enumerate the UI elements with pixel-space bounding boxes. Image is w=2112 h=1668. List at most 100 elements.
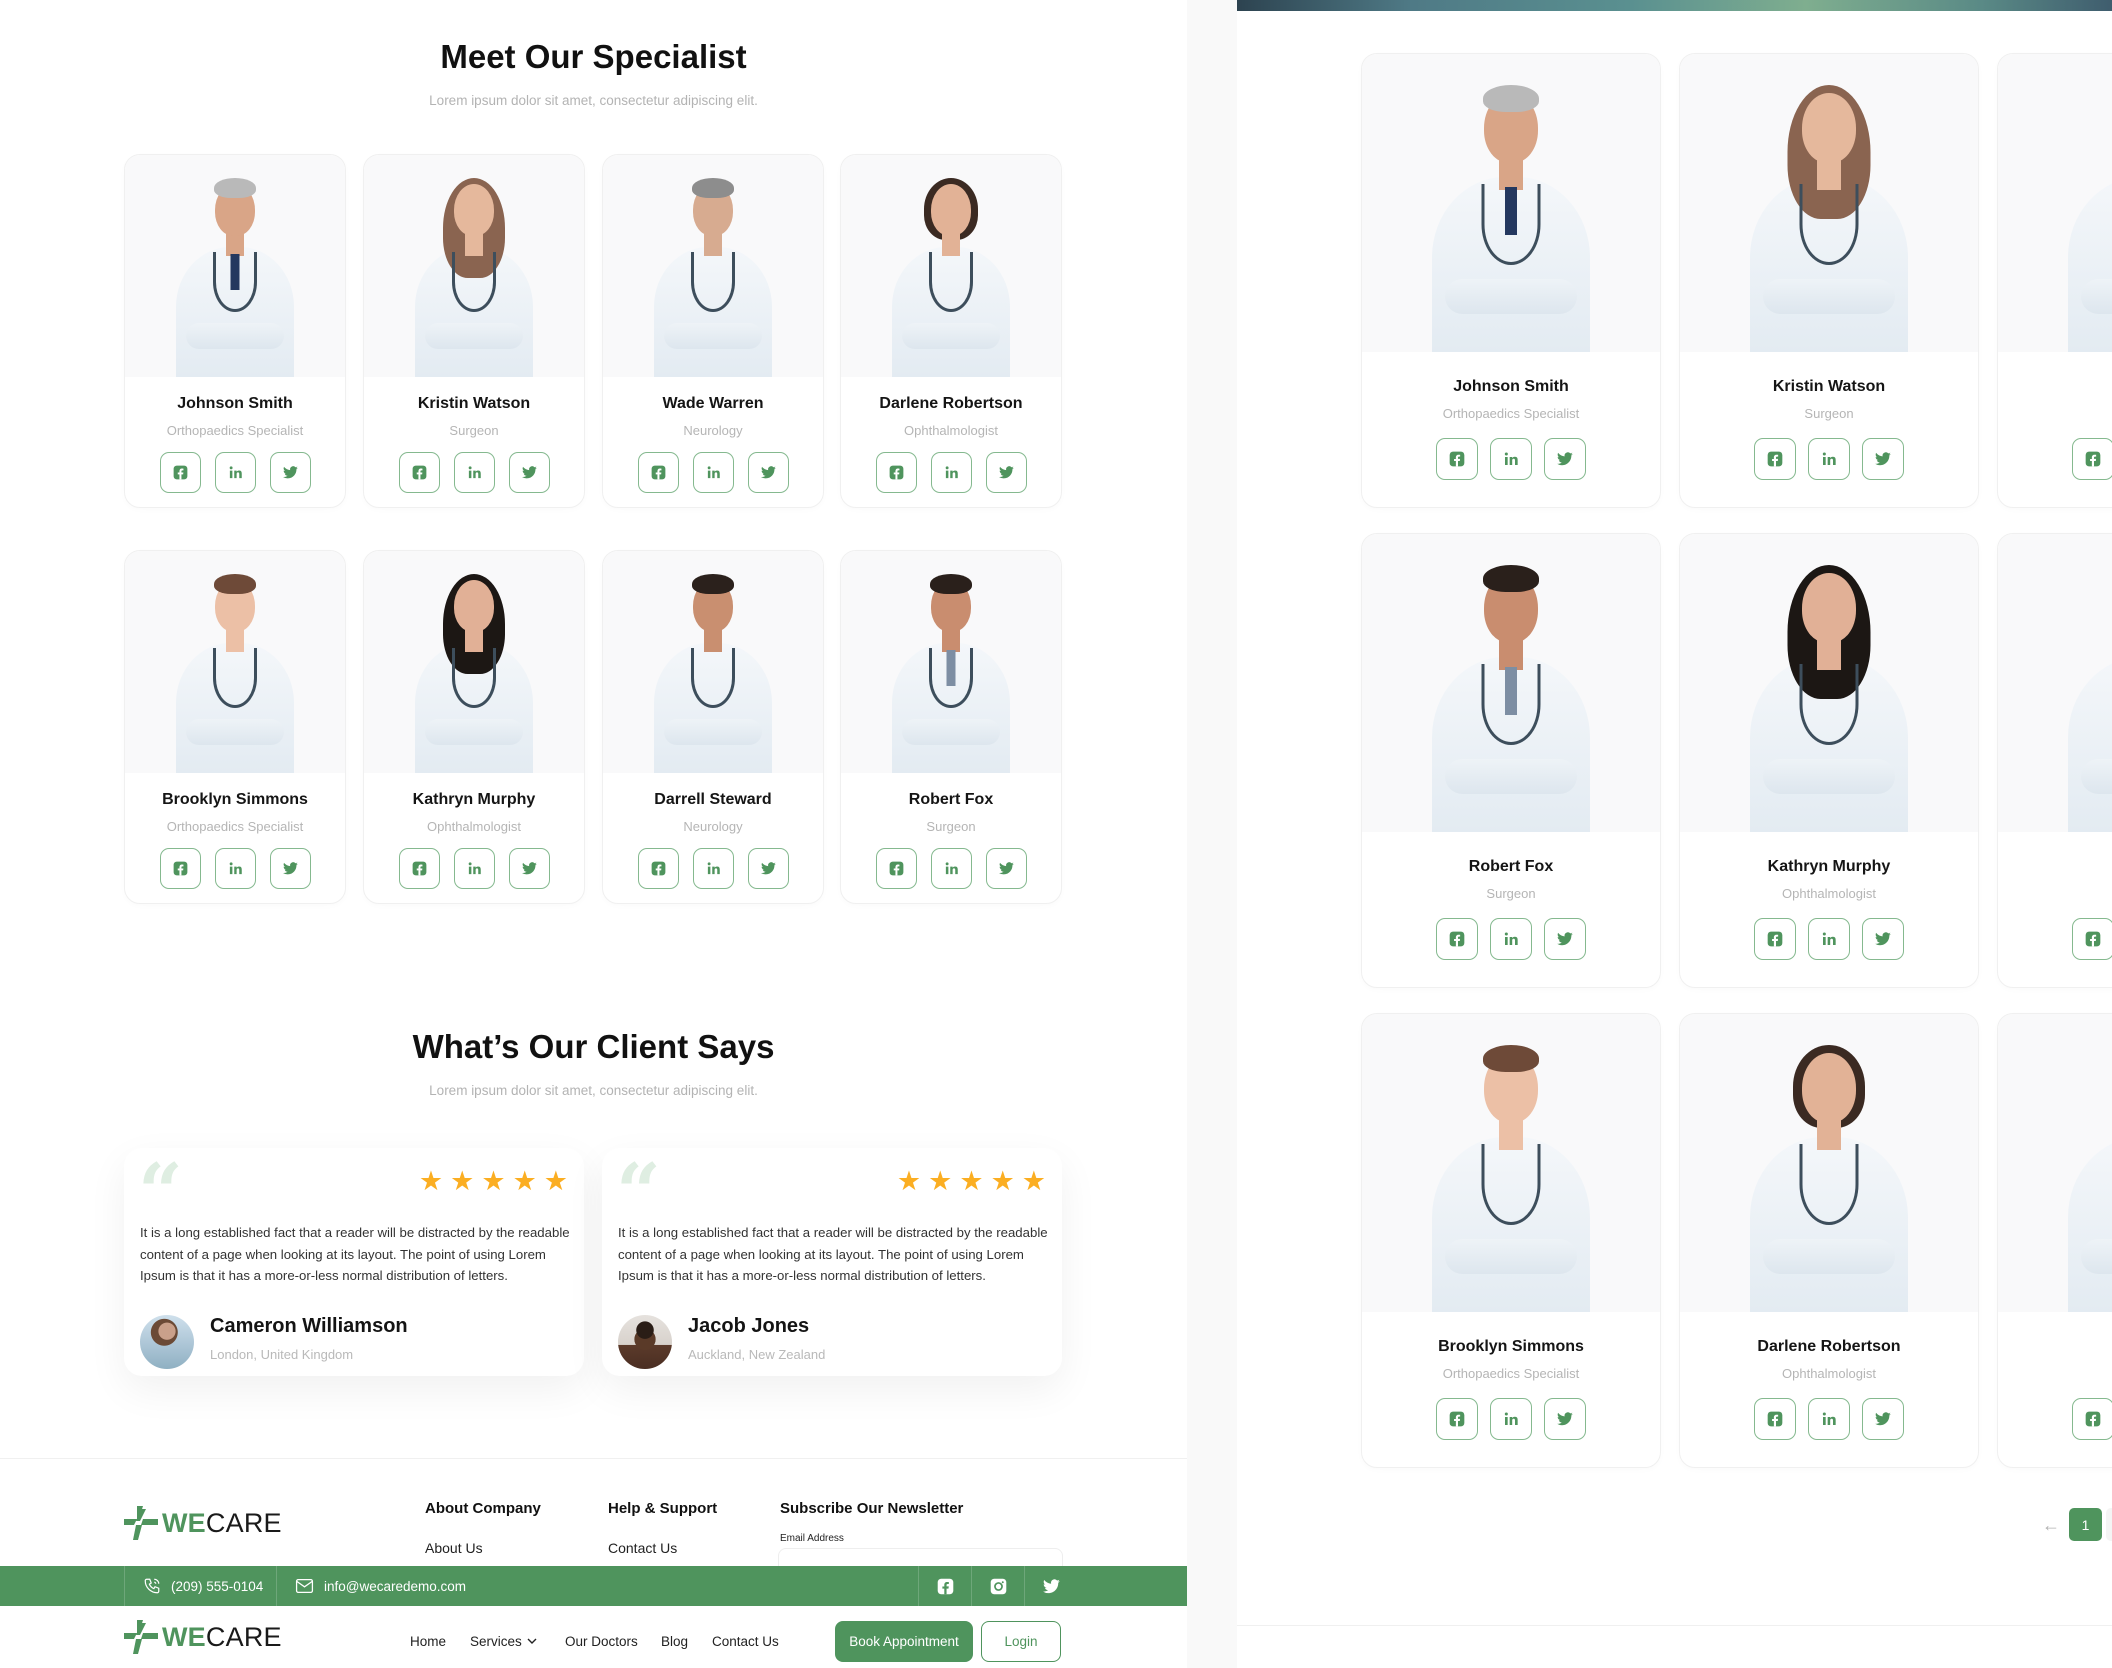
nav-blog[interactable]: Blog (661, 1634, 688, 1649)
linkedin-button[interactable] (692, 452, 734, 493)
topbar-instagram-link[interactable] (971, 1566, 1024, 1606)
topbar-facebook-link[interactable] (918, 1566, 971, 1606)
twitter-button[interactable] (1544, 1398, 1586, 1440)
doctor-card[interactable]: Kristin Watson Surgeon (363, 154, 585, 508)
linkedin-button[interactable] (1808, 1398, 1850, 1440)
facebook-button[interactable] (637, 452, 679, 493)
twitter-button[interactable] (1544, 918, 1586, 960)
doctor-name: Johnson Smith (177, 395, 293, 412)
twitter-button[interactable] (985, 848, 1027, 889)
linkedin-button[interactable] (453, 452, 495, 493)
facebook-button[interactable] (1436, 438, 1478, 480)
twitter-button[interactable] (1862, 1398, 1904, 1440)
doctor-photo (1722, 1029, 1937, 1312)
client-name: Cameron Williamson (210, 1315, 408, 1337)
wecare-logo-icon (124, 1506, 158, 1540)
facebook-button[interactable] (1754, 438, 1796, 480)
doctor-specialty: Neurology (683, 423, 743, 438)
nav-home[interactable]: Home (410, 1634, 446, 1649)
linkedin-button[interactable] (453, 848, 495, 889)
twitter-button[interactable] (747, 452, 789, 493)
twitter-button[interactable] (269, 452, 311, 493)
nav-services[interactable]: Services (470, 1634, 537, 1649)
linkedin-button[interactable] (1808, 918, 1850, 960)
doctor-card[interactable]: J De (1997, 1013, 2112, 1468)
topbar-phone[interactable]: (209) 555-0104 (124, 1566, 276, 1606)
facebook-button[interactable] (1754, 1398, 1796, 1440)
doctor-card[interactable]: Darrell Steward Neurology (602, 550, 824, 904)
doctor-card[interactable]: Brooklyn Simmons Orthopaedics Specialist (1361, 1013, 1661, 1468)
pagination-page-1[interactable]: 1 (2069, 1508, 2102, 1541)
facebook-button[interactable] (1754, 918, 1796, 960)
twitter-button[interactable] (508, 452, 550, 493)
nav-contact-us[interactable]: Contact Us (712, 1634, 779, 1649)
footer-logo[interactable]: WECARE (124, 1506, 282, 1540)
twitter-button[interactable] (1862, 438, 1904, 480)
facebook-button[interactable] (1436, 1398, 1478, 1440)
doctor-card[interactable]: Brooklyn Simmons Orthopaedics Specialist (124, 550, 346, 904)
facebook-button[interactable] (2072, 918, 2112, 960)
doctor-card[interactable]: Darlene Robertson Ophthalmologist (1679, 1013, 1979, 1468)
facebook-button[interactable] (159, 848, 201, 889)
avatar (140, 1315, 194, 1369)
linkedin-button[interactable] (214, 452, 256, 493)
facebook-button[interactable] (398, 452, 440, 493)
topbar-twitter-link[interactable] (1024, 1566, 1077, 1606)
facebook-button[interactable] (2072, 438, 2112, 480)
header-logo[interactable]: WECARE (124, 1620, 282, 1654)
footer-link-about-us[interactable]: About Us (425, 1540, 483, 1556)
linkedin-button[interactable] (930, 848, 972, 889)
client-location: London, United Kingdom (210, 1347, 354, 1362)
linkedin-button[interactable] (1490, 438, 1532, 480)
doctor-card[interactable]: Robert Fox Surgeon (840, 550, 1062, 904)
doctor-card[interactable]: Kristin Watson Surgeon (1679, 53, 1979, 508)
doctor-photo-frame (364, 551, 584, 773)
twitter-button[interactable] (1862, 918, 1904, 960)
pagination-page-2[interactable] (2106, 1508, 2112, 1541)
login-button[interactable]: Login (981, 1621, 1061, 1662)
testimonial-card: “ ★ ★ ★ ★ ★ It is a long established fact th… (602, 1148, 1062, 1376)
doctor-card[interactable]: Johnson Smith Orthopaedics Specialist (1361, 53, 1661, 508)
social-links (1998, 438, 2112, 480)
doctor-card[interactable]: Robert Fox Surgeon (1361, 533, 1661, 988)
doctor-card[interactable]: W (1997, 53, 2112, 508)
linkedin-button[interactable] (1490, 918, 1532, 960)
facebook-button[interactable] (875, 848, 917, 889)
facebook-button[interactable] (159, 452, 201, 493)
facebook-button[interactable] (875, 452, 917, 493)
doctor-card[interactable]: Johnson Smith Orthopaedics Specialist (124, 154, 346, 508)
twitter-button[interactable] (269, 848, 311, 889)
doctor-card[interactable]: Da (1997, 533, 2112, 988)
facebook-button[interactable] (2072, 1398, 2112, 1440)
client-name: Jacob Jones (688, 1315, 810, 1337)
facebook-button[interactable] (398, 848, 440, 889)
linkedin-button[interactable] (1808, 438, 1850, 480)
linkedin-button[interactable] (214, 848, 256, 889)
linkedin-button[interactable] (692, 848, 734, 889)
facebook-button[interactable] (1436, 918, 1478, 960)
twitter-button[interactable] (1544, 438, 1586, 480)
specialists-title: Meet Our Specialist (440, 38, 747, 75)
social-links (1998, 1398, 2112, 1440)
nav-our-doctors[interactable]: Our Doctors (565, 1634, 638, 1649)
home-page-panel: Meet Our Specialist Lorem ipsum dolor si… (0, 0, 1187, 1668)
doctor-card[interactable]: Kathryn Murphy Ophthalmologist (1679, 533, 1979, 988)
doctor-card[interactable]: Darlene Robertson Ophthalmologist (840, 154, 1062, 508)
social-links (603, 452, 823, 493)
twitter-button[interactable] (508, 848, 550, 889)
twitter-button[interactable] (747, 848, 789, 889)
linkedin-button[interactable] (1490, 1398, 1532, 1440)
doctor-card[interactable]: Kathryn Murphy Ophthalmologist (363, 550, 585, 904)
topbar-email[interactable]: info@wecaredemo.com (276, 1566, 576, 1606)
facebook-button[interactable] (637, 848, 679, 889)
doctor-photo-frame (364, 155, 584, 377)
pagination-prev-button[interactable]: ← (2036, 1512, 2066, 1538)
linkedin-button[interactable] (930, 452, 972, 493)
linkedin-icon (468, 466, 481, 479)
book-appointment-button[interactable]: Book Appointment (835, 1621, 973, 1662)
doctor-card[interactable]: Wade Warren Neurology (602, 154, 824, 508)
twitter-button[interactable] (985, 452, 1027, 493)
doctor-photo-frame (1362, 534, 1660, 832)
doctor-name: Kathryn Murphy (1767, 858, 1891, 875)
footer-link-contact-us[interactable]: Contact Us (608, 1540, 677, 1556)
